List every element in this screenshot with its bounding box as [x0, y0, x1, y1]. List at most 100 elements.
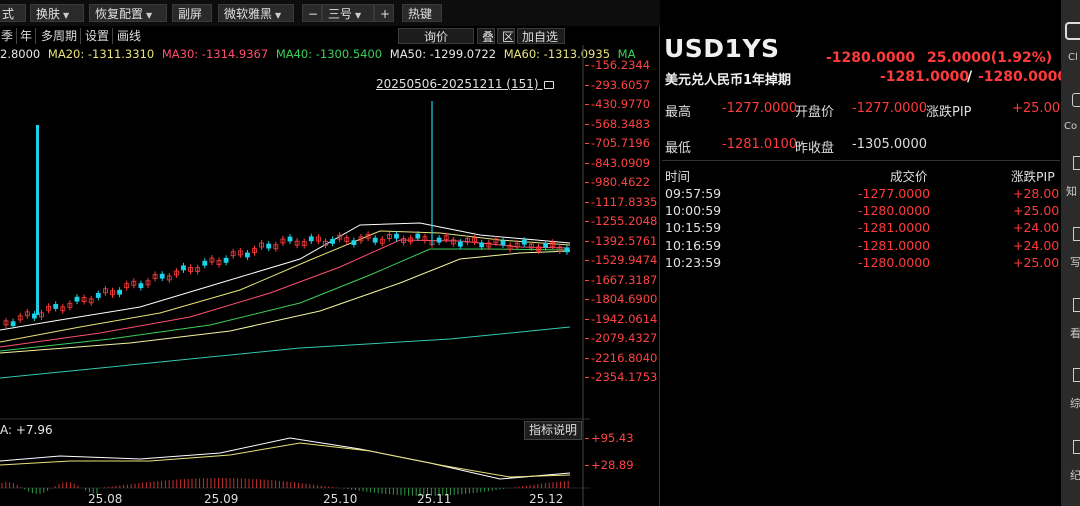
period-year[interactable]: 年 [17, 28, 37, 44]
chevron-down-icon: ▼ [275, 11, 282, 20]
trade-row[interactable]: 10:00:59 -1280.0000 +25.00 [665, 203, 1060, 219]
pip-value: +25.00 [1012, 101, 1061, 116]
sidebar-item-label: 看 [1070, 327, 1080, 340]
open-value: -1277.0000 [852, 101, 927, 116]
settings-button[interactable]: 设置 [82, 28, 114, 44]
zone-button[interactable]: 区 [497, 28, 515, 44]
draw-line-button[interactable]: 画线 [114, 28, 144, 44]
app-logo-icon[interactable] [1065, 22, 1080, 40]
trade-price: -1280.0000 [858, 254, 931, 270]
trade-pip: +25.00 [1013, 203, 1060, 219]
sidebar-write-icon[interactable] [1073, 227, 1080, 241]
toolbar-hotkey-button[interactable]: 热键 [402, 4, 442, 22]
quote-last: -1280.0000 [826, 50, 916, 66]
candle-body [117, 289, 122, 295]
price-axis-tick: -2079.4327 [584, 331, 658, 345]
ma-line [0, 250, 571, 354]
open-label: 开盘价 [795, 105, 835, 120]
price-axis-tick: -2354.1753 [584, 370, 658, 384]
candle-body [10, 321, 16, 327]
trade-time: 10:00:59 [665, 203, 722, 219]
candle-body [74, 296, 80, 302]
trade-row[interactable]: 09:57:59 -1277.0000 +28.00 [665, 186, 1060, 202]
date-label: 25.10 [323, 492, 358, 506]
ma-line [0, 230, 571, 343]
kline-chart[interactable] [0, 45, 590, 506]
toolbar-format-button[interactable]: 式 [0, 4, 26, 22]
toolbar-font-decrease-button[interactable]: − [302, 4, 322, 22]
sidebar-record-icon[interactable] [1073, 440, 1080, 454]
trade-pip: +24.00 [1013, 237, 1060, 253]
trade-row[interactable]: 10:15:59 -1281.0000 +24.00 [665, 220, 1060, 236]
price-axis-tick: -1117.8335 [584, 194, 658, 209]
price-axis-tick: -980.4622 [584, 175, 651, 189]
candle-body [330, 238, 336, 244]
indicator-help-button[interactable]: 指标说明 [524, 421, 583, 440]
quote-slash: / [967, 69, 973, 85]
sidebar-summary-icon[interactable] [1073, 368, 1080, 382]
add-watchlist-button[interactable]: 加自选 [517, 28, 565, 44]
trade-row[interactable]: 10:23:59 -1280.0000 +25.00 [665, 255, 1060, 271]
quote-ask: -1280.0000 [978, 69, 1068, 85]
toolbar-skin-button[interactable]: 换肤 ▼ [30, 4, 84, 22]
trade-pip: +25.00 [1013, 254, 1060, 270]
chevron-down-icon: ▼ [63, 11, 70, 20]
price-axis-tick: -568.3483 [584, 116, 651, 131]
price-axis-tick: -1804.6900 [584, 292, 658, 306]
sidebar-item-label: 综 [1070, 397, 1080, 410]
toolbar-second-screen-button[interactable]: 副屏 [172, 4, 212, 22]
candle-body [479, 242, 485, 248]
overlay-button[interactable]: 叠 [477, 28, 495, 44]
price-axis-tick: -1529.9474 [584, 253, 658, 267]
trade-price: -1281.0000 [858, 237, 931, 253]
candle-body [53, 304, 59, 309]
sidebar-item-label: Cl [1068, 52, 1078, 63]
candle-body [32, 313, 37, 319]
price-axis-tick: -1392.5761 [584, 233, 658, 248]
period-season[interactable]: 季 [0, 28, 18, 44]
price-axis-tick: -1667.3187 [584, 272, 658, 287]
candle-body [500, 240, 506, 246]
trade-time: 10:23:59 [665, 254, 722, 270]
toolbar-font-increase-button[interactable]: + [374, 4, 394, 22]
indicator-axis-top: +95.43 [585, 431, 634, 445]
sidebar-knowledge-icon[interactable] [1073, 156, 1080, 170]
candle-body [95, 293, 101, 298]
low-value: -1281.0100 [722, 137, 797, 152]
toolbar-font-size-select[interactable]: 三号 ▼ [322, 4, 374, 22]
indicator-axis-mid: +28.89 [585, 458, 634, 472]
period-multi[interactable]: 多周期 [38, 28, 82, 44]
prev-close-label: 昨收盘 [795, 141, 835, 156]
candle-spike [36, 125, 39, 315]
quote-change: 25.0000(1.92%) [927, 50, 1053, 66]
price-axis-tick: -1942.0614 [584, 311, 658, 326]
range-label[interactable]: 20250506-20251211 (151) [376, 77, 555, 91]
candle-body [223, 257, 229, 263]
trade-price: -1281.0000 [858, 220, 931, 236]
sidebar-view-icon[interactable] [1073, 298, 1080, 312]
toolbar: 式 换肤 ▼ 恢复配置 ▼ 副屏 微软雅黑 ▼ − 三号 ▼ + 热键 [0, 0, 660, 26]
trade-time: 10:16:59 [665, 237, 722, 253]
candle-body [436, 237, 442, 243]
sidebar-item-label: Co [1064, 121, 1078, 132]
indicator-value: A: +7.96 [0, 423, 53, 437]
inquiry-button[interactable]: 询价 [398, 28, 474, 44]
date-label: 25.11 [417, 492, 452, 506]
trades-header: 时间 成交价 涨跌PIP [665, 166, 1060, 184]
sidebar-item-label: 纪 [1070, 469, 1080, 482]
section-divider [662, 160, 1060, 161]
high-value: -1277.0000 [722, 101, 797, 116]
low-label: 最低 [665, 141, 692, 156]
candle-body [308, 236, 314, 242]
trade-time: 09:57:59 [665, 186, 722, 201]
toolbar-font-select[interactable]: 微软雅黑 ▼ [218, 4, 294, 22]
toolbar-restore-config-button[interactable]: 恢复配置 ▼ [89, 4, 167, 22]
sidebar-cloud-icon[interactable] [1072, 93, 1080, 107]
macd-dea-line [0, 442, 571, 478]
quote-name: 美元兑人民币1年掉期 [665, 73, 792, 88]
trade-row[interactable]: 10:16:59 -1281.0000 +24.00 [665, 238, 1060, 254]
trade-pip: +28.00 [1013, 186, 1060, 201]
candle-body [521, 239, 527, 245]
candle-body [394, 233, 399, 239]
candle-body [159, 273, 165, 279]
